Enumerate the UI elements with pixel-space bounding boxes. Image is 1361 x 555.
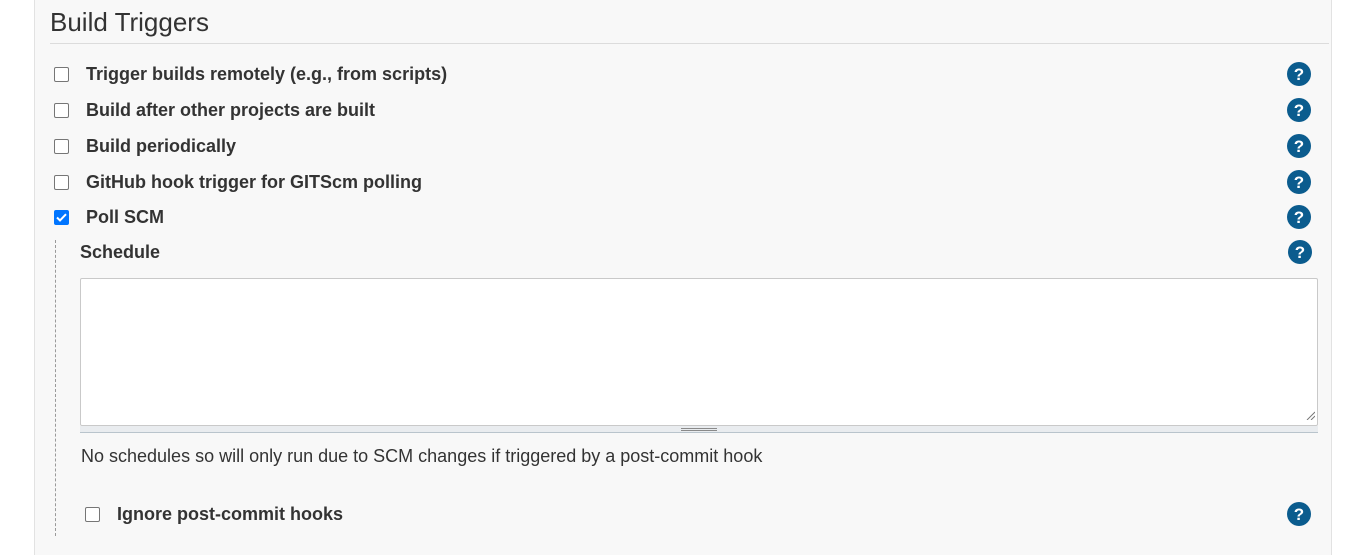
nested-section-indicator <box>55 240 56 536</box>
help-icon[interactable]: ? <box>1287 170 1311 194</box>
trigger-periodic-row: Build periodically ? <box>54 134 1311 158</box>
ignore-hooks-help-icon[interactable]: ? <box>1287 502 1311 526</box>
section-title: Build Triggers <box>50 7 209 37</box>
trigger-poll-scm-label[interactable]: Poll SCM <box>86 207 164 228</box>
schedule-label: Schedule <box>80 242 161 262</box>
trigger-after-other-label[interactable]: Build after other projects are built <box>86 100 375 121</box>
help-icon[interactable]: ? <box>1287 134 1311 158</box>
resize-handle-icon[interactable] <box>1305 410 1315 420</box>
checkmark-icon <box>56 213 67 222</box>
trigger-github-hook-row: GitHub hook trigger for GITScm polling ? <box>54 170 1311 194</box>
trigger-github-hook-checkbox[interactable] <box>54 174 69 190</box>
schedule-field-wrapper <box>80 278 1318 433</box>
schedule-note: No schedules so will only run due to SCM… <box>81 446 763 466</box>
grip-lines-icon <box>681 428 717 431</box>
trigger-periodic-checkbox[interactable] <box>54 138 69 154</box>
help-icon[interactable]: ? <box>1287 205 1311 229</box>
trigger-poll-scm-row: Poll SCM ? <box>54 205 1311 229</box>
ignore-hooks-row: Ignore post-commit hooks ? <box>85 502 1311 526</box>
trigger-periodic-label[interactable]: Build periodically <box>86 136 236 157</box>
trigger-github-hook-label[interactable]: GitHub hook trigger for GITScm polling <box>86 172 422 193</box>
ignore-hooks-checkbox[interactable] <box>85 506 100 522</box>
schedule-help-icon[interactable]: ? <box>1288 240 1312 264</box>
help-icon[interactable]: ? <box>1287 62 1311 86</box>
trigger-poll-scm-checkbox[interactable] <box>54 209 69 225</box>
trigger-remote-checkbox[interactable] <box>54 66 69 82</box>
textarea-expand-grip[interactable] <box>80 426 1318 433</box>
help-icon[interactable]: ? <box>1287 98 1311 122</box>
trigger-remote-row: Trigger builds remotely (e.g., from scri… <box>54 62 1311 86</box>
build-triggers-panel: Build Triggers Trigger builds remotely (… <box>34 0 1332 555</box>
schedule-textarea[interactable] <box>80 278 1318 426</box>
trigger-after-other-checkbox[interactable] <box>54 102 69 118</box>
section-divider <box>50 43 1329 44</box>
trigger-after-other-row: Build after other projects are built ? <box>54 98 1311 122</box>
ignore-hooks-label[interactable]: Ignore post-commit hooks <box>117 504 343 525</box>
trigger-remote-label[interactable]: Trigger builds remotely (e.g., from scri… <box>86 64 447 85</box>
